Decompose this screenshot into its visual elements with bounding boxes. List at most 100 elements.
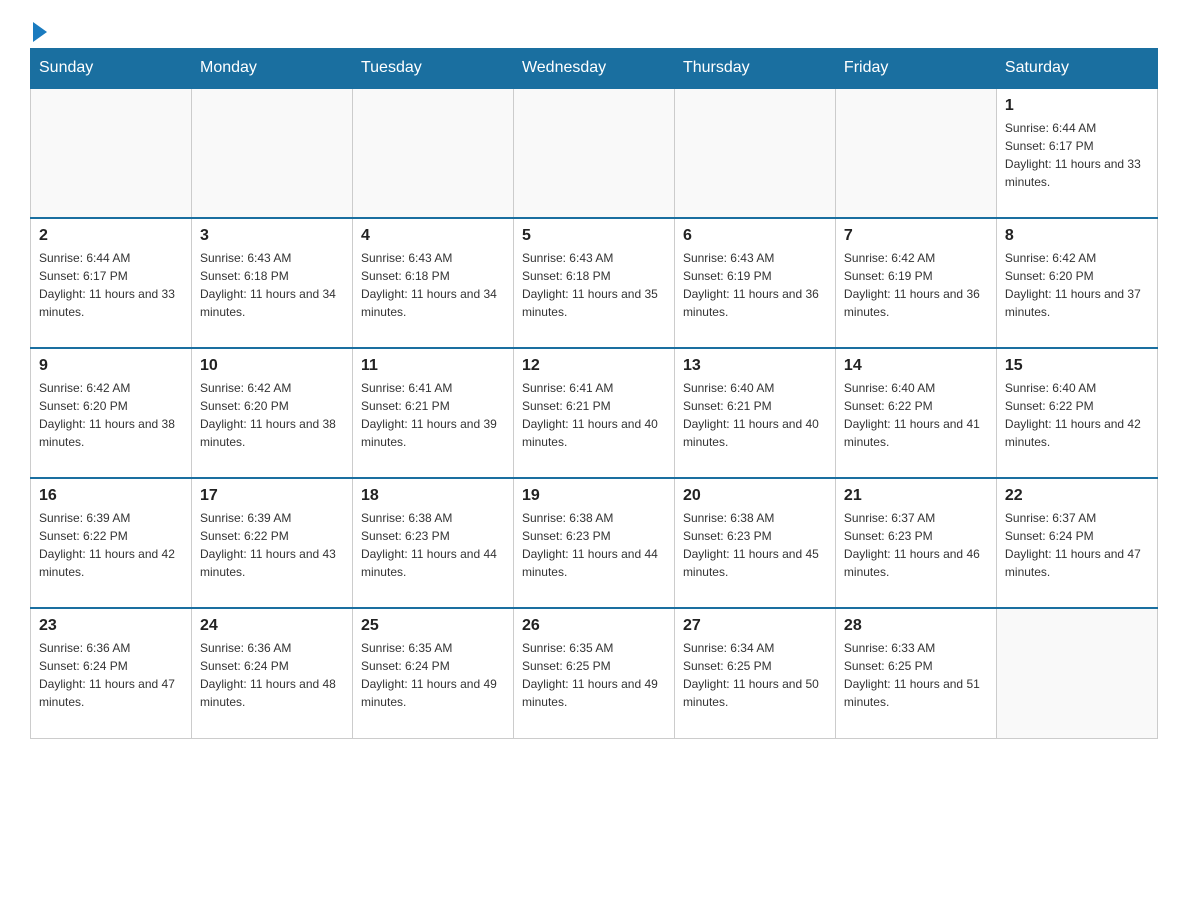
calendar-cell-3-1: 9 Sunrise: 6:42 AMSunset: 6:20 PMDaylight… — [31, 348, 192, 478]
calendar-cell-3-3: 11 Sunrise: 6:41 AMSunset: 6:21 PMDayligh… — [352, 348, 513, 478]
calendar-cell-1-4 — [513, 88, 674, 218]
day-info: Sunrise: 6:38 AMSunset: 6:23 PMDaylight:… — [361, 509, 505, 581]
day-info: Sunrise: 6:36 AMSunset: 6:24 PMDaylight:… — [39, 639, 183, 711]
calendar-cell-1-3 — [352, 88, 513, 218]
day-number: 2 — [39, 227, 183, 245]
day-info: Sunrise: 6:44 AMSunset: 6:17 PMDaylight:… — [1005, 119, 1149, 191]
calendar-cell-4-1: 16 Sunrise: 6:39 AMSunset: 6:22 PMDayligh… — [31, 478, 192, 608]
day-info: Sunrise: 6:37 AMSunset: 6:23 PMDaylight:… — [844, 509, 988, 581]
day-info: Sunrise: 6:38 AMSunset: 6:23 PMDaylight:… — [683, 509, 827, 581]
weekday-header-friday: Friday — [835, 49, 996, 89]
calendar-cell-2-3: 4 Sunrise: 6:43 AMSunset: 6:18 PMDaylight… — [352, 218, 513, 348]
calendar-cell-1-5 — [674, 88, 835, 218]
day-info: Sunrise: 6:39 AMSunset: 6:22 PMDaylight:… — [200, 509, 344, 581]
weekday-header-sunday: Sunday — [31, 49, 192, 89]
day-info: Sunrise: 6:40 AMSunset: 6:22 PMDaylight:… — [1005, 379, 1149, 451]
day-number: 15 — [1005, 357, 1149, 375]
calendar-cell-3-2: 10Sunrise: 6:42 AMSunset: 6:20 PMDayligh… — [191, 348, 352, 478]
calendar-cell-4-2: 17 Sunrise: 6:39 AMSunset: 6:22 PMDayligh… — [191, 478, 352, 608]
day-number: 4 — [361, 227, 505, 245]
week-row-5: 23Sunrise: 6:36 AMSunset: 6:24 PMDayligh… — [31, 608, 1158, 738]
day-number: 28 — [844, 617, 988, 635]
weekday-header-thursday: Thursday — [674, 49, 835, 89]
day-number: 5 — [522, 227, 666, 245]
calendar-cell-5-6: 28 Sunrise: 6:33 AMSunset: 6:25 PMDayligh… — [835, 608, 996, 738]
day-info: Sunrise: 6:43 AMSunset: 6:19 PMDaylight:… — [683, 249, 827, 321]
day-info: Sunrise: 6:44 AMSunset: 6:17 PMDaylight:… — [39, 249, 183, 321]
day-number: 3 — [200, 227, 344, 245]
day-number: 26 — [522, 617, 666, 635]
weekday-header-wednesday: Wednesday — [513, 49, 674, 89]
day-number: 1 — [1005, 97, 1149, 115]
day-number: 9 — [39, 357, 183, 375]
day-info: Sunrise: 6:41 AMSunset: 6:21 PMDaylight:… — [361, 379, 505, 451]
calendar-cell-3-6: 14 Sunrise: 6:40 AMSunset: 6:22 PMDayligh… — [835, 348, 996, 478]
day-info: Sunrise: 6:37 AMSunset: 6:24 PMDaylight:… — [1005, 509, 1149, 581]
week-row-1: 1 Sunrise: 6:44 AMSunset: 6:17 PMDaylight… — [31, 88, 1158, 218]
logo-triangle-icon — [33, 22, 47, 42]
day-number: 8 — [1005, 227, 1149, 245]
weekday-header-tuesday: Tuesday — [352, 49, 513, 89]
day-info: Sunrise: 6:33 AMSunset: 6:25 PMDaylight:… — [844, 639, 988, 711]
calendar-cell-5-5: 27 Sunrise: 6:34 AMSunset: 6:25 PMDayligh… — [674, 608, 835, 738]
calendar-cell-2-4: 5Sunrise: 6:43 AMSunset: 6:18 PMDaylight… — [513, 218, 674, 348]
calendar-cell-4-4: 19Sunrise: 6:38 AMSunset: 6:23 PMDayligh… — [513, 478, 674, 608]
day-number: 7 — [844, 227, 988, 245]
day-info: Sunrise: 6:41 AMSunset: 6:21 PMDaylight:… — [522, 379, 666, 451]
calendar-cell-1-7: 1 Sunrise: 6:44 AMSunset: 6:17 PMDaylight… — [996, 88, 1157, 218]
weekday-header-saturday: Saturday — [996, 49, 1157, 89]
calendar-cell-4-5: 20 Sunrise: 6:38 AMSunset: 6:23 PMDayligh… — [674, 478, 835, 608]
weekday-header-row: SundayMondayTuesdayWednesdayThursdayFrid… — [31, 49, 1158, 89]
calendar-cell-5-4: 26 Sunrise: 6:35 AMSunset: 6:25 PMDayligh… — [513, 608, 674, 738]
day-info: Sunrise: 6:36 AMSunset: 6:24 PMDaylight:… — [200, 639, 344, 711]
day-number: 24 — [200, 617, 344, 635]
calendar-cell-3-7: 15 Sunrise: 6:40 AMSunset: 6:22 PMDayligh… — [996, 348, 1157, 478]
day-number: 27 — [683, 617, 827, 635]
day-number: 25 — [361, 617, 505, 635]
calendar-cell-1-1 — [31, 88, 192, 218]
day-number: 10 — [200, 357, 344, 375]
day-info: Sunrise: 6:42 AMSunset: 6:20 PMDaylight:… — [1005, 249, 1149, 321]
day-number: 16 — [39, 487, 183, 505]
day-number: 12 — [522, 357, 666, 375]
calendar-cell-4-7: 22Sunrise: 6:37 AMSunset: 6:24 PMDayligh… — [996, 478, 1157, 608]
day-info: Sunrise: 6:40 AMSunset: 6:21 PMDaylight:… — [683, 379, 827, 451]
calendar-cell-4-3: 18 Sunrise: 6:38 AMSunset: 6:23 PMDayligh… — [352, 478, 513, 608]
day-info: Sunrise: 6:39 AMSunset: 6:22 PMDaylight:… — [39, 509, 183, 581]
logo — [30, 20, 47, 38]
calendar-cell-2-7: 8 Sunrise: 6:42 AMSunset: 6:20 PMDaylight… — [996, 218, 1157, 348]
calendar-cell-5-2: 24 Sunrise: 6:36 AMSunset: 6:24 PMDayligh… — [191, 608, 352, 738]
calendar-cell-1-6 — [835, 88, 996, 218]
day-info: Sunrise: 6:42 AMSunset: 6:20 PMDaylight:… — [39, 379, 183, 451]
calendar-table: SundayMondayTuesdayWednesdayThursdayFrid… — [30, 48, 1158, 739]
day-info: Sunrise: 6:35 AMSunset: 6:25 PMDaylight:… — [522, 639, 666, 711]
day-number: 21 — [844, 487, 988, 505]
week-row-2: 2 Sunrise: 6:44 AMSunset: 6:17 PMDaylight… — [31, 218, 1158, 348]
day-number: 14 — [844, 357, 988, 375]
day-number: 6 — [683, 227, 827, 245]
day-number: 18 — [361, 487, 505, 505]
calendar-cell-5-7 — [996, 608, 1157, 738]
day-info: Sunrise: 6:43 AMSunset: 6:18 PMDaylight:… — [361, 249, 505, 321]
header — [30, 20, 1158, 38]
day-info: Sunrise: 6:35 AMSunset: 6:24 PMDaylight:… — [361, 639, 505, 711]
calendar-cell-1-2 — [191, 88, 352, 218]
day-number: 20 — [683, 487, 827, 505]
week-row-3: 9 Sunrise: 6:42 AMSunset: 6:20 PMDaylight… — [31, 348, 1158, 478]
day-number: 13 — [683, 357, 827, 375]
week-row-4: 16 Sunrise: 6:39 AMSunset: 6:22 PMDayligh… — [31, 478, 1158, 608]
day-info: Sunrise: 6:43 AMSunset: 6:18 PMDaylight:… — [200, 249, 344, 321]
calendar-cell-3-4: 12 Sunrise: 6:41 AMSunset: 6:21 PMDayligh… — [513, 348, 674, 478]
calendar-cell-5-3: 25 Sunrise: 6:35 AMSunset: 6:24 PMDayligh… — [352, 608, 513, 738]
day-info: Sunrise: 6:42 AMSunset: 6:19 PMDaylight:… — [844, 249, 988, 321]
calendar-cell-2-6: 7 Sunrise: 6:42 AMSunset: 6:19 PMDaylight… — [835, 218, 996, 348]
calendar-cell-2-2: 3 Sunrise: 6:43 AMSunset: 6:18 PMDaylight… — [191, 218, 352, 348]
day-info: Sunrise: 6:40 AMSunset: 6:22 PMDaylight:… — [844, 379, 988, 451]
calendar-cell-4-6: 21 Sunrise: 6:37 AMSunset: 6:23 PMDayligh… — [835, 478, 996, 608]
weekday-header-monday: Monday — [191, 49, 352, 89]
day-info: Sunrise: 6:34 AMSunset: 6:25 PMDaylight:… — [683, 639, 827, 711]
day-number: 11 — [361, 357, 505, 375]
calendar-cell-5-1: 23Sunrise: 6:36 AMSunset: 6:24 PMDayligh… — [31, 608, 192, 738]
calendar-cell-3-5: 13 Sunrise: 6:40 AMSunset: 6:21 PMDayligh… — [674, 348, 835, 478]
day-number: 17 — [200, 487, 344, 505]
